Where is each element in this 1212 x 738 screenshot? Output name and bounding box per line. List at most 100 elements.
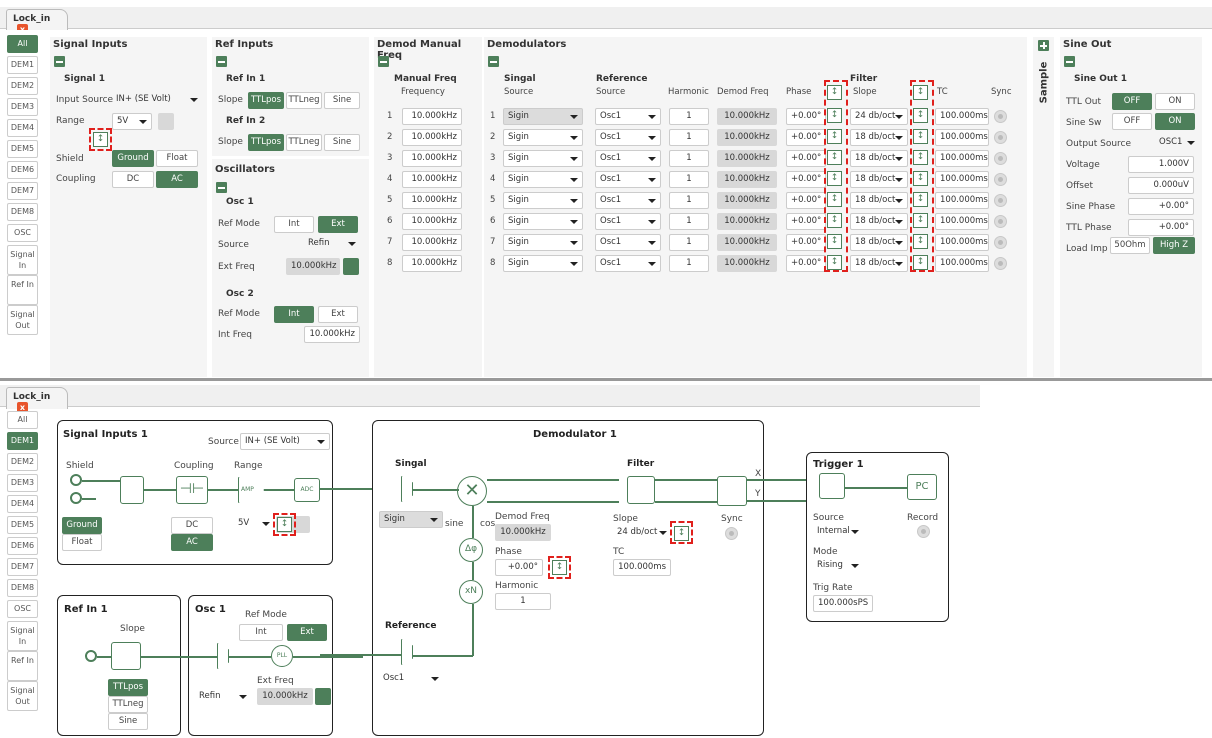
- slope-select[interactable]: 18 db/oct: [850, 171, 908, 188]
- slope-select[interactable]: 24 db/oct: [850, 108, 908, 125]
- manual-freq-field[interactable]: 10.000kHz: [402, 234, 462, 251]
- ground-button[interactable]: Ground: [112, 150, 154, 167]
- collapse-icon[interactable]: [216, 182, 227, 193]
- nav-osc[interactable]: OSC: [7, 600, 38, 618]
- sync-radio[interactable]: [725, 527, 738, 540]
- float-button[interactable]: Float: [156, 150, 198, 167]
- tc-field[interactable]: 100.000ms: [935, 150, 989, 167]
- nav-osc[interactable]: OSC: [7, 224, 38, 242]
- nav-dem5[interactable]: DEM5: [7, 516, 38, 534]
- harmonic-field[interactable]: 1: [669, 150, 709, 167]
- source-select[interactable]: Refin: [195, 689, 251, 706]
- tab-lock-in[interactable]: Lock_inx: [6, 387, 68, 413]
- load-highz-button[interactable]: High Z: [1153, 237, 1195, 254]
- nav-ref-in[interactable]: Ref In: [7, 275, 38, 305]
- ref-source-select[interactable]: Osc1: [595, 213, 661, 230]
- phase-field[interactable]: +0.00°: [786, 150, 826, 167]
- collapse-icon[interactable]: [216, 56, 227, 67]
- output-source-select[interactable]: OSC1: [1155, 135, 1199, 152]
- harmonic-field[interactable]: 1: [669, 213, 709, 230]
- source-select[interactable]: Refin: [304, 236, 360, 253]
- sync-radio[interactable]: [994, 215, 1007, 228]
- trig-rate-field[interactable]: 100.000sPS: [813, 595, 873, 612]
- phase-field[interactable]: +0.00°: [495, 559, 543, 576]
- signal-source-select[interactable]: Sigin: [503, 150, 583, 167]
- input-source-select[interactable]: IN+ (SE Volt): [112, 92, 202, 109]
- nav-dem4[interactable]: DEM4: [7, 495, 38, 513]
- nav-dem3[interactable]: DEM3: [7, 98, 38, 116]
- mode-select[interactable]: Rising: [813, 558, 863, 575]
- collapse-icon[interactable]: [488, 56, 499, 67]
- nav-dem1[interactable]: DEM1: [7, 56, 38, 74]
- sine-button[interactable]: Sine: [324, 134, 360, 151]
- ttlneg-button[interactable]: TTLneg: [286, 134, 322, 151]
- ttl-phase-field[interactable]: +0.00°: [1128, 219, 1194, 236]
- harmonic-field[interactable]: 1: [669, 255, 709, 272]
- range-select[interactable]: 5V: [112, 113, 152, 130]
- nav-ref-in[interactable]: Ref In: [7, 651, 38, 681]
- range-extra-field[interactable]: [158, 113, 174, 130]
- signal-source-select[interactable]: Sigin: [503, 255, 583, 272]
- nav-dem2[interactable]: DEM2: [7, 453, 38, 471]
- sync-radio[interactable]: [994, 131, 1007, 144]
- harmonic-field[interactable]: 1: [495, 593, 551, 610]
- slope-select[interactable]: 18 db/oct: [850, 234, 908, 251]
- phase-field[interactable]: +0.00°: [786, 234, 826, 251]
- tc-field[interactable]: 100.000ms: [935, 108, 989, 125]
- nav-dem1[interactable]: DEM1: [7, 432, 38, 450]
- collapse-icon[interactable]: [378, 56, 389, 67]
- ttlpos-button[interactable]: TTLpos: [248, 92, 284, 109]
- ref-source-select[interactable]: Osc1: [595, 108, 661, 125]
- record-radio[interactable]: [917, 525, 930, 538]
- tc-field[interactable]: 100.000ms: [935, 129, 989, 146]
- ref-select[interactable]: Osc1: [379, 671, 443, 688]
- sine-on-button[interactable]: ON: [1155, 113, 1195, 130]
- nav-dem7[interactable]: DEM7: [7, 558, 38, 576]
- ttlneg-button[interactable]: TTLneg: [286, 92, 322, 109]
- slope-select[interactable]: 18 db/oct: [850, 150, 908, 167]
- ttl-on-button[interactable]: ON: [1155, 93, 1195, 110]
- signal-source-select[interactable]: Sigin: [503, 129, 583, 146]
- phase-field[interactable]: +0.00°: [786, 255, 826, 272]
- tc-field[interactable]: 100.000ms: [935, 171, 989, 188]
- phase-field[interactable]: +0.00°: [786, 192, 826, 209]
- harmonic-field[interactable]: 1: [669, 129, 709, 146]
- signal-source-select[interactable]: Sigin: [503, 234, 583, 251]
- sync-radio[interactable]: [994, 152, 1007, 165]
- expand-icon[interactable]: [1038, 40, 1049, 51]
- sine-button[interactable]: Sine: [108, 713, 148, 730]
- manual-freq-field[interactable]: 10.000kHz: [402, 171, 462, 188]
- tc-field[interactable]: 100.000ms: [935, 234, 989, 251]
- nav-dem4[interactable]: DEM4: [7, 119, 38, 137]
- ref-source-select[interactable]: Osc1: [595, 171, 661, 188]
- nav-dem7[interactable]: DEM7: [7, 182, 38, 200]
- signal-source-select[interactable]: Sigin: [503, 171, 583, 188]
- harmonic-field[interactable]: 1: [669, 171, 709, 188]
- load-50ohm-button[interactable]: 50Ohm: [1110, 237, 1150, 254]
- sync-radio[interactable]: [994, 236, 1007, 249]
- manual-freq-field[interactable]: 10.000kHz: [402, 255, 462, 272]
- ttlpos-button[interactable]: TTLpos: [248, 134, 284, 151]
- signal-select[interactable]: Sigin: [379, 511, 443, 528]
- float-button[interactable]: Float: [62, 534, 102, 551]
- voltage-field[interactable]: 1.000V: [1128, 156, 1194, 173]
- phase-field[interactable]: +0.00°: [786, 129, 826, 146]
- dc-button[interactable]: DC: [171, 517, 213, 534]
- nav-dem8[interactable]: DEM8: [7, 579, 38, 597]
- slope-select[interactable]: 18 db/oct: [850, 129, 908, 146]
- tab-lock-in[interactable]: Lock_inx: [6, 9, 68, 35]
- ttlpos-button[interactable]: TTLpos: [108, 679, 148, 696]
- nav-signal-in[interactable]: Signal In: [7, 621, 38, 651]
- phase-field[interactable]: +0.00°: [786, 108, 826, 125]
- ext-freq-button[interactable]: [343, 258, 359, 275]
- int-button[interactable]: Int: [274, 306, 314, 323]
- harmonic-field[interactable]: 1: [669, 192, 709, 209]
- tc-field[interactable]: 100.000ms: [935, 192, 989, 209]
- ac-button[interactable]: AC: [171, 534, 213, 551]
- ground-button[interactable]: Ground: [62, 517, 102, 534]
- slope-select[interactable]: 18 db/oct: [850, 213, 908, 230]
- ttlneg-button[interactable]: TTLneg: [108, 696, 148, 713]
- nav-signal-out[interactable]: Signal Out: [7, 305, 38, 335]
- sync-radio[interactable]: [994, 257, 1007, 270]
- nav-signal-out[interactable]: Signal Out: [7, 681, 38, 711]
